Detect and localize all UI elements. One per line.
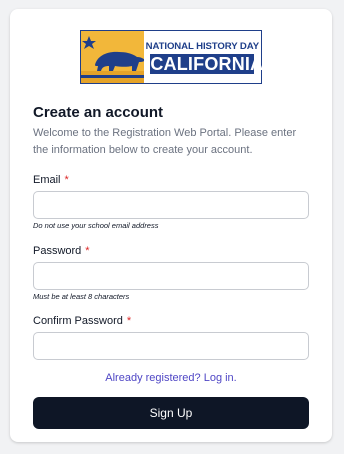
confirm-password-label-text: Confirm Password (33, 315, 123, 327)
logo-wordmark: NATIONAL HISTORY DAY CALIFORNIA (144, 31, 264, 83)
california-bear-flag-icon (81, 31, 144, 83)
logo-line-california: CALIFORNIA (150, 53, 264, 74)
password-field[interactable] (33, 262, 309, 290)
password-label: Password * (33, 245, 90, 257)
logo-line-national-history-day: NATIONAL HISTORY DAY (145, 40, 259, 52)
password-hint: Must be at least 8 characters (33, 292, 130, 301)
nhd-california-logo: NATIONAL HISTORY DAY CALIFORNIA (80, 30, 264, 84)
intro-text: Welcome to the Registration Web Portal. … (33, 127, 297, 156)
email-label-text: Email (33, 174, 61, 186)
required-marker: * (126, 315, 132, 327)
confirm-password-field[interactable] (33, 332, 309, 360)
signup-card: NATIONAL HISTORY DAY CALIFORNIA Create a… (10, 9, 332, 442)
required-marker: * (64, 174, 69, 186)
email-field[interactable] (33, 191, 309, 219)
sign-up-button[interactable]: Sign Up (33, 397, 309, 429)
password-label-text: Password (33, 245, 82, 257)
login-link[interactable]: Already registered? Log in. (10, 372, 332, 384)
confirm-password-label: Confirm Password * (33, 315, 131, 327)
required-marker: * (85, 245, 90, 257)
email-hint: Do not use your school email address (33, 221, 159, 230)
page-title: Create an account (33, 104, 164, 121)
email-label: Email * (33, 174, 69, 186)
